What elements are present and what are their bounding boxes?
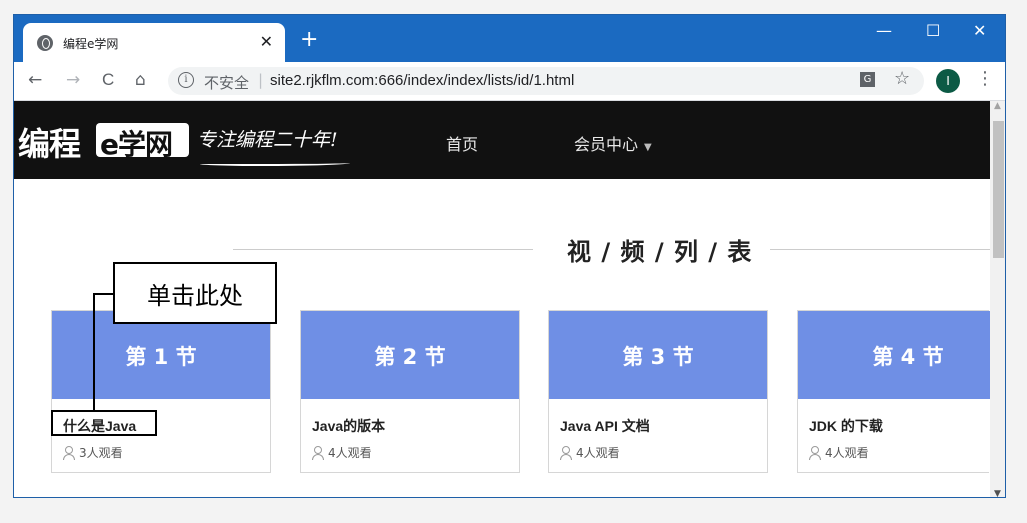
address-bar[interactable]: i 不安全 | site2.rjkflm.com:666/index/index… (168, 67, 924, 95)
card-video-title[interactable]: Java API 文档 (560, 416, 650, 436)
card-views-count: 4人观看 (825, 446, 869, 460)
callout-leader-horizontal (94, 293, 113, 295)
scroll-up-arrow[interactable]: ▲ (994, 101, 1001, 111)
callout-leader-vertical (93, 293, 95, 411)
tab-title: 编程e学网 (63, 37, 119, 51)
logo-text[interactable]: 编程 (18, 119, 81, 165)
browser-menu-icon[interactable]: ⋮ (976, 68, 994, 89)
card-video-title[interactable]: JDK 的下载 (809, 416, 883, 436)
vertical-scrollbar[interactable]: ▲ ▼ (990, 101, 1005, 497)
card-banner[interactable]: 第 2 节 (301, 311, 519, 399)
site-header: 编程 e学网 专注编程二十年! 首页 会员中心 ▼ (14, 101, 990, 179)
profile-avatar[interactable]: I (936, 69, 960, 93)
card-views: 4人观看 (560, 444, 620, 461)
card-section-number: 第 4 节 (872, 345, 944, 369)
video-card[interactable]: 第 3 节 Java API 文档 4人观看 (548, 310, 768, 473)
back-button[interactable]: ← (28, 70, 42, 90)
nav-member-center[interactable]: 会员中心 ▼ (574, 131, 652, 155)
card-banner[interactable]: 第 4 节 (798, 311, 990, 399)
card-views-count: 4人观看 (576, 446, 620, 460)
card-section-number: 第 3 节 (622, 345, 694, 369)
minimize-button[interactable]: — (876, 21, 892, 40)
nav-member-label: 会员中心 (574, 135, 639, 154)
callout-target-highlight (51, 410, 157, 436)
new-tab-button[interactable]: + (300, 29, 318, 51)
callout-text: 单击此处 (147, 282, 243, 310)
scrollbar-thumb[interactable] (993, 121, 1004, 258)
user-icon (560, 446, 572, 460)
card-views-count: 3人观看 (79, 446, 123, 460)
url-text[interactable]: site2.rjkflm.com:666/index/index/lists/i… (270, 72, 574, 89)
logo-badge-text: e学网 (100, 128, 173, 161)
section-divider-right (770, 249, 990, 250)
close-window-button[interactable]: ✕ (973, 21, 986, 40)
card-section-number: 第 2 节 (374, 345, 446, 369)
card-views: 4人观看 (809, 444, 869, 461)
forward-button[interactable]: → (66, 70, 80, 90)
user-icon (312, 446, 324, 460)
security-label: 不安全 (204, 74, 250, 92)
card-section-number: 第 1 节 (125, 345, 197, 369)
reload-button[interactable]: C (102, 70, 114, 90)
video-card[interactable]: 第 1 节 什么是Java 3人观看 (51, 310, 271, 473)
callout-box: 单击此处 (113, 262, 277, 324)
section-title: 视 / 频 / 列 / 表 (567, 238, 753, 266)
browser-tab[interactable]: 编程e学网 ✕ (23, 23, 285, 62)
card-views: 4人观看 (312, 444, 372, 461)
maximize-button[interactable]: ☐ (926, 21, 940, 40)
info-icon[interactable]: i (178, 72, 194, 88)
close-tab-icon[interactable]: ✕ (260, 32, 273, 51)
translate-icon[interactable]: G (860, 72, 875, 87)
home-button[interactable]: ⌂ (135, 70, 146, 90)
globe-icon (37, 35, 53, 51)
scroll-down-arrow[interactable]: ▼ (994, 489, 1001, 497)
card-video-title[interactable]: Java的版本 (312, 416, 385, 436)
card-views: 3人观看 (63, 444, 123, 461)
video-card[interactable]: 第 4 节 JDK 的下载 4人观看 (797, 310, 990, 473)
slogan-underline (200, 161, 350, 166)
bookmark-star-icon[interactable]: ☆ (894, 68, 910, 89)
video-card[interactable]: 第 2 节 Java的版本 4人观看 (300, 310, 520, 473)
tab-strip: 编程e学网 ✕ + — ☐ ✕ (14, 15, 1005, 62)
user-icon (809, 446, 821, 460)
card-banner[interactable]: 第 1 节 (52, 311, 270, 399)
address-separator: | (258, 71, 264, 89)
logo-badge[interactable]: e学网 (96, 123, 189, 161)
nav-home-link[interactable]: 首页 (446, 131, 478, 155)
slogan: 专注编程二十年! (197, 129, 338, 151)
card-banner[interactable]: 第 3 节 (549, 311, 767, 399)
caret-down-icon: ▼ (644, 142, 652, 153)
section-divider-left (233, 249, 533, 250)
browser-toolbar: ← → C ⌂ i 不安全 | site2.rjkflm.com:666/ind… (14, 62, 1005, 101)
card-views-count: 4人观看 (328, 446, 372, 460)
user-icon (63, 446, 75, 460)
